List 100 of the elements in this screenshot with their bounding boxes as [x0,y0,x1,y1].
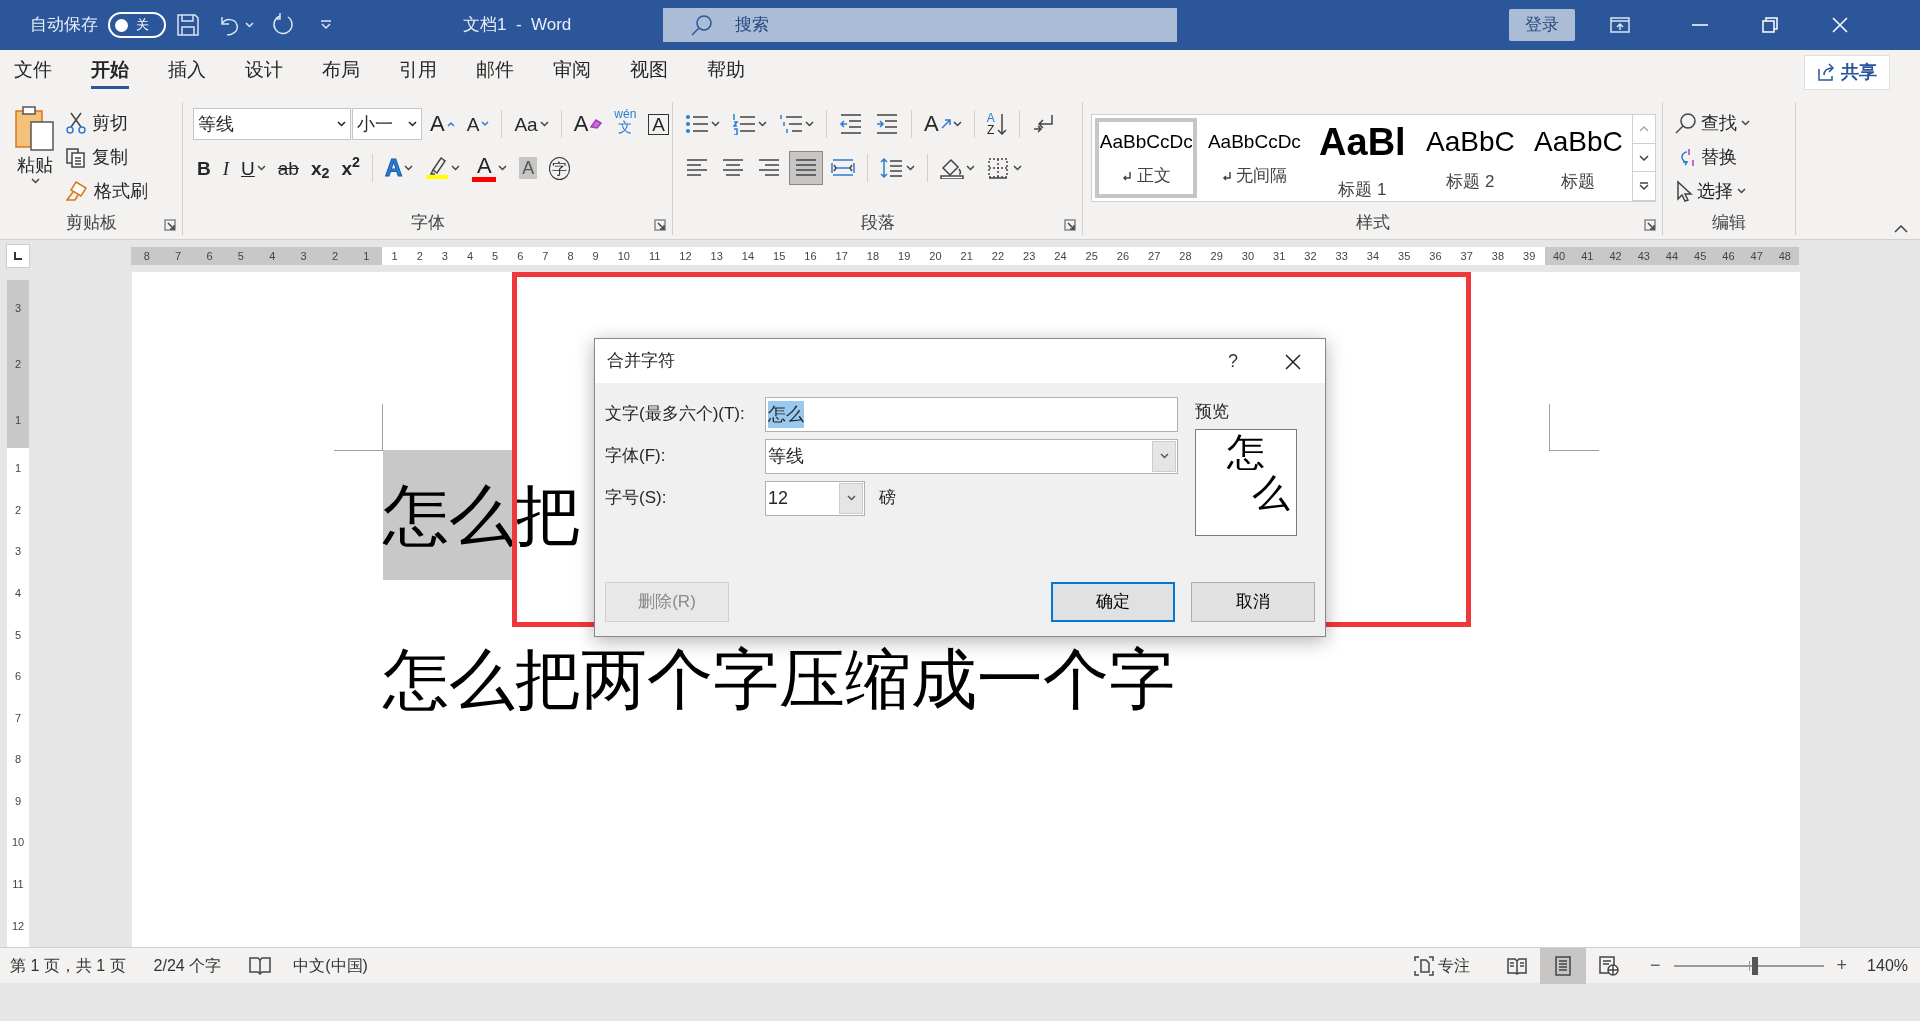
shrink-font-button[interactable]: A [462,107,494,141]
find-button[interactable]: 查找 [1671,106,1754,140]
font-name-dropdown[interactable]: 等线 [193,108,351,140]
change-case-button[interactable]: Aa [510,107,553,141]
cut-button[interactable]: 剪切 [62,106,152,140]
ruler-number: 2 [14,503,22,517]
ruler-number: 10 [11,836,25,850]
ruler-number: 11 [12,878,24,892]
borders-icon [987,157,1011,179]
size-dropdown[interactable]: 12 [765,480,865,516]
paragraph-mark-icon [1031,113,1056,135]
ruler-number: 6 [517,248,524,264]
ruler-number: 42 [1609,248,1622,264]
ribbon-tab[interactable]: 布局 [322,55,360,89]
view-button[interactable] [1540,947,1587,984]
caret-icon [337,121,346,127]
search-field[interactable]: 搜索 [663,8,1177,42]
ruler-number: 40 [1553,248,1566,264]
ruler-number: 10 [617,248,630,264]
ruler-number: 28 [1179,248,1192,264]
dialog-button[interactable]: 取消 [1191,582,1315,622]
outdent-icon [839,113,863,135]
autosave-toggle[interactable]: 关 [108,12,166,38]
style-option[interactable]: AaBbCcDc 正文 [1095,118,1198,198]
text-input-field[interactable]: 怎么 [765,396,1178,432]
ruler-number: 2 [331,248,338,264]
strikethrough-button[interactable]: ab [273,151,303,185]
replace-button[interactable]: 替换 [1671,140,1754,174]
dialog-launcher-button[interactable] [1064,219,1076,231]
ruler-number: 18 [866,248,880,264]
cursor-icon [1675,180,1693,202]
select-button[interactable]: 选择 [1671,174,1754,208]
ruler-number: 1 [14,462,22,476]
dialog-launcher-button[interactable] [164,219,176,231]
zoom-slider-thumb[interactable] [1751,956,1758,975]
phonetic-guide-button[interactable]: wén 文 [610,107,641,141]
superscript-button[interactable]: x$^{2}$ [337,151,364,185]
underline-button[interactable]: U [237,151,270,185]
clear-formatting-button[interactable]: A [569,107,607,141]
dialog-launcher-button[interactable] [654,219,666,231]
ruler-number: 11 [648,248,661,264]
dialog-button[interactable]: 确定 [1051,582,1175,622]
tab-selector-button[interactable] [6,244,30,268]
save-icon [176,13,200,37]
group-label: 剪贴板 [64,212,118,234]
character-border-button[interactable]: A [644,107,673,141]
sort-button[interactable]: A Z [982,107,1011,141]
ruler-number: 16 [804,248,817,264]
zoom-out-button[interactable]: − [1644,951,1667,980]
ruler-number: 31 [1273,248,1286,264]
ruler-number: 13 [710,248,723,264]
ruler-number: 17 [835,248,848,264]
font-dropdown[interactable]: 等线 [765,438,1178,474]
ribbon-tab[interactable]: 引用 [399,55,437,89]
character-shading-button[interactable]: A [515,151,542,185]
eraser-icon [590,119,603,129]
help-button[interactable]: ? [1213,346,1253,376]
ruler-number: 29 [1210,248,1223,264]
caret-icon [846,495,856,501]
format-painter-button[interactable]: 格式刷 [62,174,152,208]
font-color-button[interactable]: A [468,151,512,185]
ruler-number: 37 [1460,248,1473,264]
distributed-icon [831,157,855,179]
sign-in-button[interactable]: 登录 [1509,9,1575,41]
selected-text: 怎么 [383,450,515,580]
share-button[interactable]: 共享 [1804,54,1890,90]
paste-button[interactable]: 粘贴 [8,102,62,211]
ribbon-tab[interactable]: 帮助 [707,55,745,89]
ribbon-tab[interactable]: 开始 [91,55,129,89]
ruler-number: 2 [14,357,22,371]
ribbon-tab[interactable]: 审阅 [553,55,591,89]
ribbon-tab[interactable]: 文件 [14,55,52,89]
caret-icon [1013,165,1022,171]
grow-font-button[interactable]: A [426,107,459,141]
ruler-number: 6 [14,670,22,684]
preview-character: 么 [1252,473,1290,516]
copy-button[interactable]: 复制 [62,140,152,174]
caret-icon [1159,453,1169,459]
subscript-button[interactable]: x$_{2}$ [306,151,334,185]
caret-icon [30,178,40,184]
text-direction-button[interactable]: A [920,107,966,141]
book-check-icon [249,956,272,977]
focus-button[interactable]: 专注 [1408,952,1477,979]
ribbon-tab[interactable]: 邮件 [476,55,514,89]
launcher-icon [1644,219,1656,231]
caret-up-icon [1639,125,1650,132]
ruler-number: 20 [929,248,942,264]
ribbon-tab[interactable]: 视图 [630,55,668,89]
italic-button[interactable]: I [218,151,234,185]
ruler-number: 7 [542,248,549,264]
text-effects-button[interactable]: A [380,151,418,185]
justify-button[interactable] [789,151,823,185]
dialog-launcher-button[interactable] [1644,219,1656,231]
zoom-in-button[interactable]: + [1830,951,1854,980]
group-label: 样式 [1354,212,1391,234]
ribbon-tab[interactable]: 插入 [168,55,206,89]
font-size-dropdown[interactable]: 小一 [352,108,422,140]
bold-button[interactable]: B [193,151,215,185]
ribbon-tab[interactable]: 设计 [245,55,283,89]
field-label: 字体(F): [605,445,667,468]
